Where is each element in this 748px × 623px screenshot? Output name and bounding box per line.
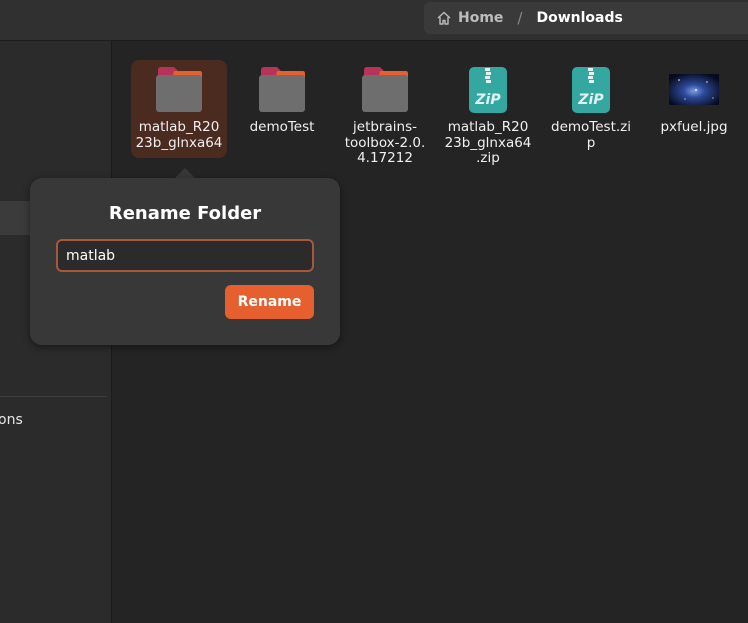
folder-icon — [257, 66, 307, 114]
file-name-line: 4.17212 — [357, 150, 413, 166]
file-name-line: 23b_glnxa64 — [135, 134, 223, 151]
file-name: demoTest — [249, 119, 315, 135]
folder-name-input[interactable] — [56, 239, 314, 272]
file-name-line: toolbox-2.0. — [344, 134, 426, 151]
header-bar: Home / Downloads — [0, 0, 748, 41]
breadcrumb: Home / Downloads — [424, 2, 748, 34]
breadcrumb-home-label: Home — [458, 10, 504, 26]
svg-text:ZiP: ZiP — [474, 92, 501, 108]
file-name-line: p — [586, 134, 596, 151]
file-name: jetbrains- toolbox-2.0. 4.17212 — [339, 119, 431, 167]
file-item-matlab-zip[interactable]: ZiP matlab_R20 23b_glnxa64 .zip — [440, 60, 536, 167]
breadcrumb-separator: / — [517, 9, 523, 27]
image-thumbnail-icon — [669, 66, 719, 114]
zip-archive-icon: ZiP — [566, 66, 616, 114]
file-name: matlab_R20 23b_glnxa64 .zip — [442, 119, 534, 167]
popover-title: Rename Folder — [108, 203, 262, 224]
file-item-matlab-folder[interactable]: matlab_R20 23b_glnxa64 — [131, 60, 227, 158]
svg-text:ZiP: ZiP — [577, 92, 604, 108]
file-name-line: jetbrains- — [353, 119, 417, 135]
sidebar-divider — [0, 396, 106, 397]
file-name-line: matlab_R20 — [138, 119, 220, 135]
file-name-line: 23b_glnxa64 — [444, 134, 532, 151]
file-name-line: matlab_R20 — [447, 119, 529, 135]
file-item-jetbrains-folder[interactable]: jetbrains- toolbox-2.0. 4.17212 — [337, 60, 433, 167]
breadcrumb-current-label: Downloads — [536, 10, 623, 26]
file-name: matlab_R20 23b_glnxa64 — [133, 119, 225, 151]
rename-button[interactable]: Rename — [225, 285, 314, 319]
folder-icon — [154, 66, 204, 114]
home-icon — [436, 10, 452, 26]
file-name: demoTest.zi p — [545, 119, 637, 151]
file-name-line: .zip — [476, 150, 500, 166]
rename-folder-popover: Rename Folder Rename — [30, 178, 340, 345]
sidebar-item-other-locations[interactable]: ons — [0, 412, 23, 428]
folder-icon — [360, 66, 410, 114]
file-item-demotest-zip[interactable]: ZiP demoTest.zi p — [543, 60, 639, 151]
file-item-demotest-folder[interactable]: demoTest — [234, 60, 330, 136]
file-name: pxfuel.jpg — [660, 119, 728, 135]
breadcrumb-home[interactable]: Home — [436, 10, 503, 26]
zip-archive-icon: ZiP — [463, 66, 513, 114]
file-item-pxfuel-image[interactable]: pxfuel.jpg — [646, 60, 742, 136]
file-name-line: demoTest.zi — [551, 119, 631, 135]
breadcrumb-downloads[interactable]: Downloads — [536, 10, 622, 26]
